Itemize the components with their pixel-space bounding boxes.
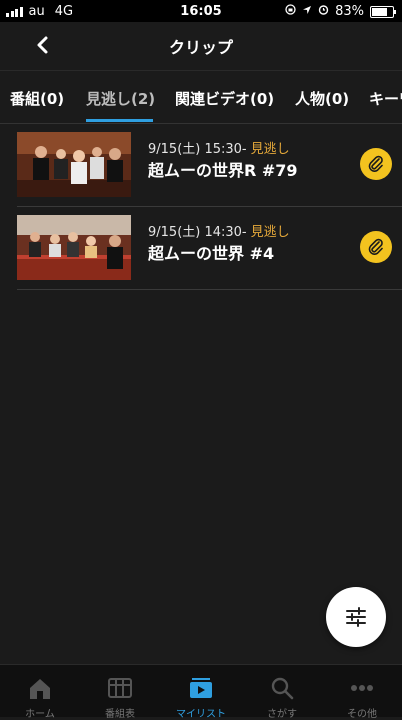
clip-item[interactable]: 9/15(土) 14:30- 見逃し 超ムーの世界 #4: [17, 207, 402, 290]
nav-label: さがす: [267, 709, 297, 720]
tab-related-videos[interactable]: 関連ビデオ(0): [175, 88, 274, 109]
bottom-nav: ホーム 番組表 マイリスト さがす その他: [0, 664, 402, 720]
nav-label: マイリスト: [176, 709, 226, 720]
program-thumbnail: [17, 215, 131, 280]
nav-more[interactable]: その他: [322, 665, 402, 720]
filter-button[interactable]: [326, 587, 386, 647]
clip-meta: 9/15(土) 15:30- 見逃し: [148, 138, 290, 157]
missed-tag: 見逃し: [250, 142, 290, 157]
nav-label: 番組表: [105, 709, 135, 720]
battery-icon: [370, 5, 396, 18]
program-thumbnail: [17, 132, 131, 197]
filter-sliders-icon: [346, 607, 366, 627]
search-icon: [271, 677, 294, 700]
nav-label: その他: [347, 709, 377, 720]
paperclip-icon: [368, 155, 383, 172]
more-icon: [351, 685, 373, 691]
home-icon: [30, 679, 50, 699]
location-icon: [302, 4, 312, 19]
missed-tag: 見逃し: [250, 225, 290, 240]
program-title: 超ムーの世界 #4: [148, 244, 275, 263]
tab-missed[interactable]: 見逃し(2): [86, 88, 155, 109]
play-icon: [190, 678, 212, 698]
clip-button[interactable]: [360, 231, 392, 263]
clip-item[interactable]: 9/15(土) 15:30- 見逃し 超ムーの世界R #79: [17, 124, 402, 207]
nav-home[interactable]: ホーム: [0, 665, 80, 720]
tab-keywords[interactable]: キーワ: [369, 88, 402, 109]
nav-tv-guide[interactable]: 番組表: [80, 665, 160, 720]
tab-programs[interactable]: 番組(0): [10, 88, 64, 109]
clip-button[interactable]: [360, 148, 392, 180]
paperclip-icon: [368, 238, 383, 255]
page-title: クリップ: [168, 38, 233, 57]
nav-label: ホーム: [25, 709, 55, 720]
program-title: 超ムーの世界R #79: [148, 161, 298, 180]
active-tab-indicator: [86, 119, 153, 122]
nav-search[interactable]: さがす: [242, 665, 322, 720]
tab-people[interactable]: 人物(0): [295, 88, 349, 109]
battery-percent: 83%: [335, 4, 364, 19]
tab-bar: 番組(0) 見逃し(2) 関連ビデオ(0) 人物(0) キーワ: [0, 70, 402, 124]
nav-mylist[interactable]: マイリスト: [161, 665, 241, 720]
app-header: クリップ: [0, 22, 402, 68]
rotation-lock-icon: [285, 4, 296, 19]
clip-meta: 9/15(土) 14:30- 見逃し: [148, 221, 290, 240]
status-bar: au 4G 16:05 83%: [0, 0, 402, 22]
clip-datetime: 9/15(土) 15:30-: [148, 142, 247, 157]
alarm-icon: [318, 4, 329, 19]
grid-icon: [108, 678, 132, 698]
clip-datetime: 9/15(土) 14:30-: [148, 225, 247, 240]
